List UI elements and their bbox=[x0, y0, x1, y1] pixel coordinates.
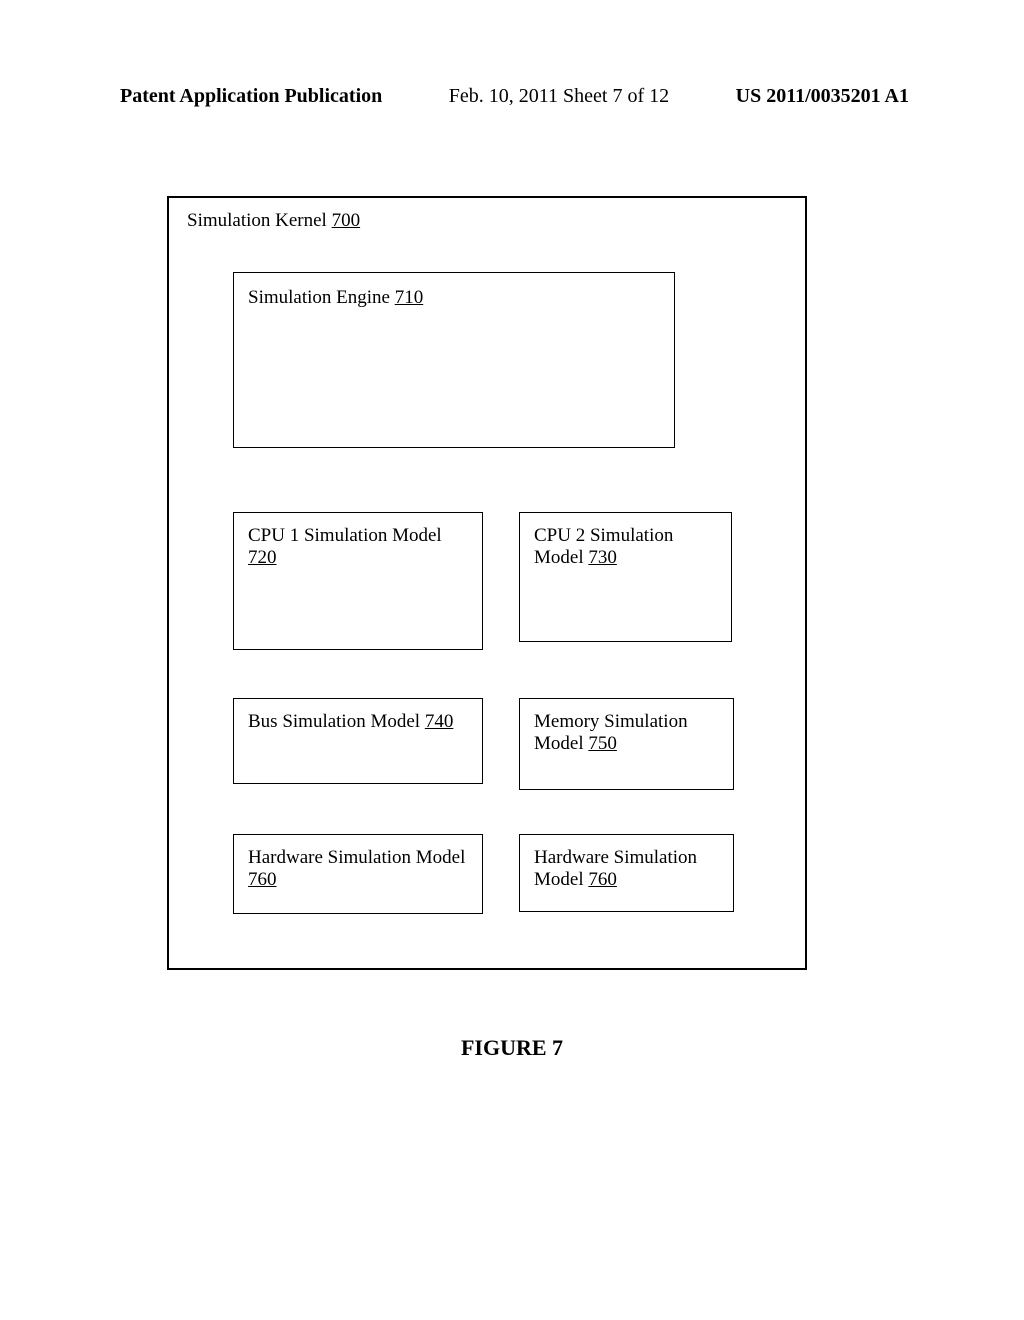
row-cpu-models: CPU 1 Simulation Model 720 CPU 2 Simulat… bbox=[233, 512, 763, 650]
hardware1-label-text: Hardware Simulation Model bbox=[248, 847, 465, 868]
kernel-label-text: Simulation Kernel bbox=[187, 210, 332, 231]
cpu2-label-ref: 730 bbox=[588, 547, 617, 568]
cpu1-label-ref: 720 bbox=[248, 547, 277, 568]
memory-label-ref: 750 bbox=[588, 733, 617, 754]
cpu1-label-text: CPU 1 Simulation Model bbox=[248, 525, 442, 546]
hardware-simulation-model-box-1: Hardware Simulation Model 760 bbox=[233, 834, 483, 914]
hardware2-label-ref: 760 bbox=[588, 869, 617, 890]
memory-simulation-model-box: Memory Simulation Model 750 bbox=[519, 698, 734, 790]
engine-label-text: Simulation Engine bbox=[248, 287, 395, 308]
figure-label: FIGURE 7 bbox=[0, 1035, 1024, 1061]
simulation-kernel-box: Simulation Kernel 700 Simulation Engine … bbox=[167, 196, 807, 970]
hardware1-label-ref: 760 bbox=[248, 869, 277, 890]
hardware-simulation-model-box-2: Hardware Simulation Model 760 bbox=[519, 834, 734, 912]
page-header: Patent Application Publication Feb. 10, … bbox=[0, 85, 1024, 108]
kernel-label: Simulation Kernel 700 bbox=[187, 210, 360, 232]
header-publication: Patent Application Publication bbox=[120, 85, 382, 108]
simulation-engine-box: Simulation Engine 710 bbox=[233, 272, 675, 448]
header-date-sheet: Feb. 10, 2011 Sheet 7 of 12 bbox=[449, 85, 669, 108]
engine-label-ref: 710 bbox=[395, 287, 424, 308]
cpu2-simulation-model-box: CPU 2 Simulation Model 730 bbox=[519, 512, 732, 642]
kernel-label-ref: 700 bbox=[332, 210, 361, 231]
bus-simulation-model-box: Bus Simulation Model 740 bbox=[233, 698, 483, 784]
bus-label-text: Bus Simulation Model bbox=[248, 711, 425, 732]
cpu1-simulation-model-box: CPU 1 Simulation Model 720 bbox=[233, 512, 483, 650]
row-hardware-models: Hardware Simulation Model 760 Hardware S… bbox=[233, 834, 763, 914]
bus-label-ref: 740 bbox=[425, 711, 454, 732]
row-bus-memory-models: Bus Simulation Model 740 Memory Simulati… bbox=[233, 698, 763, 790]
header-patent-number: US 2011/0035201 A1 bbox=[736, 85, 909, 108]
